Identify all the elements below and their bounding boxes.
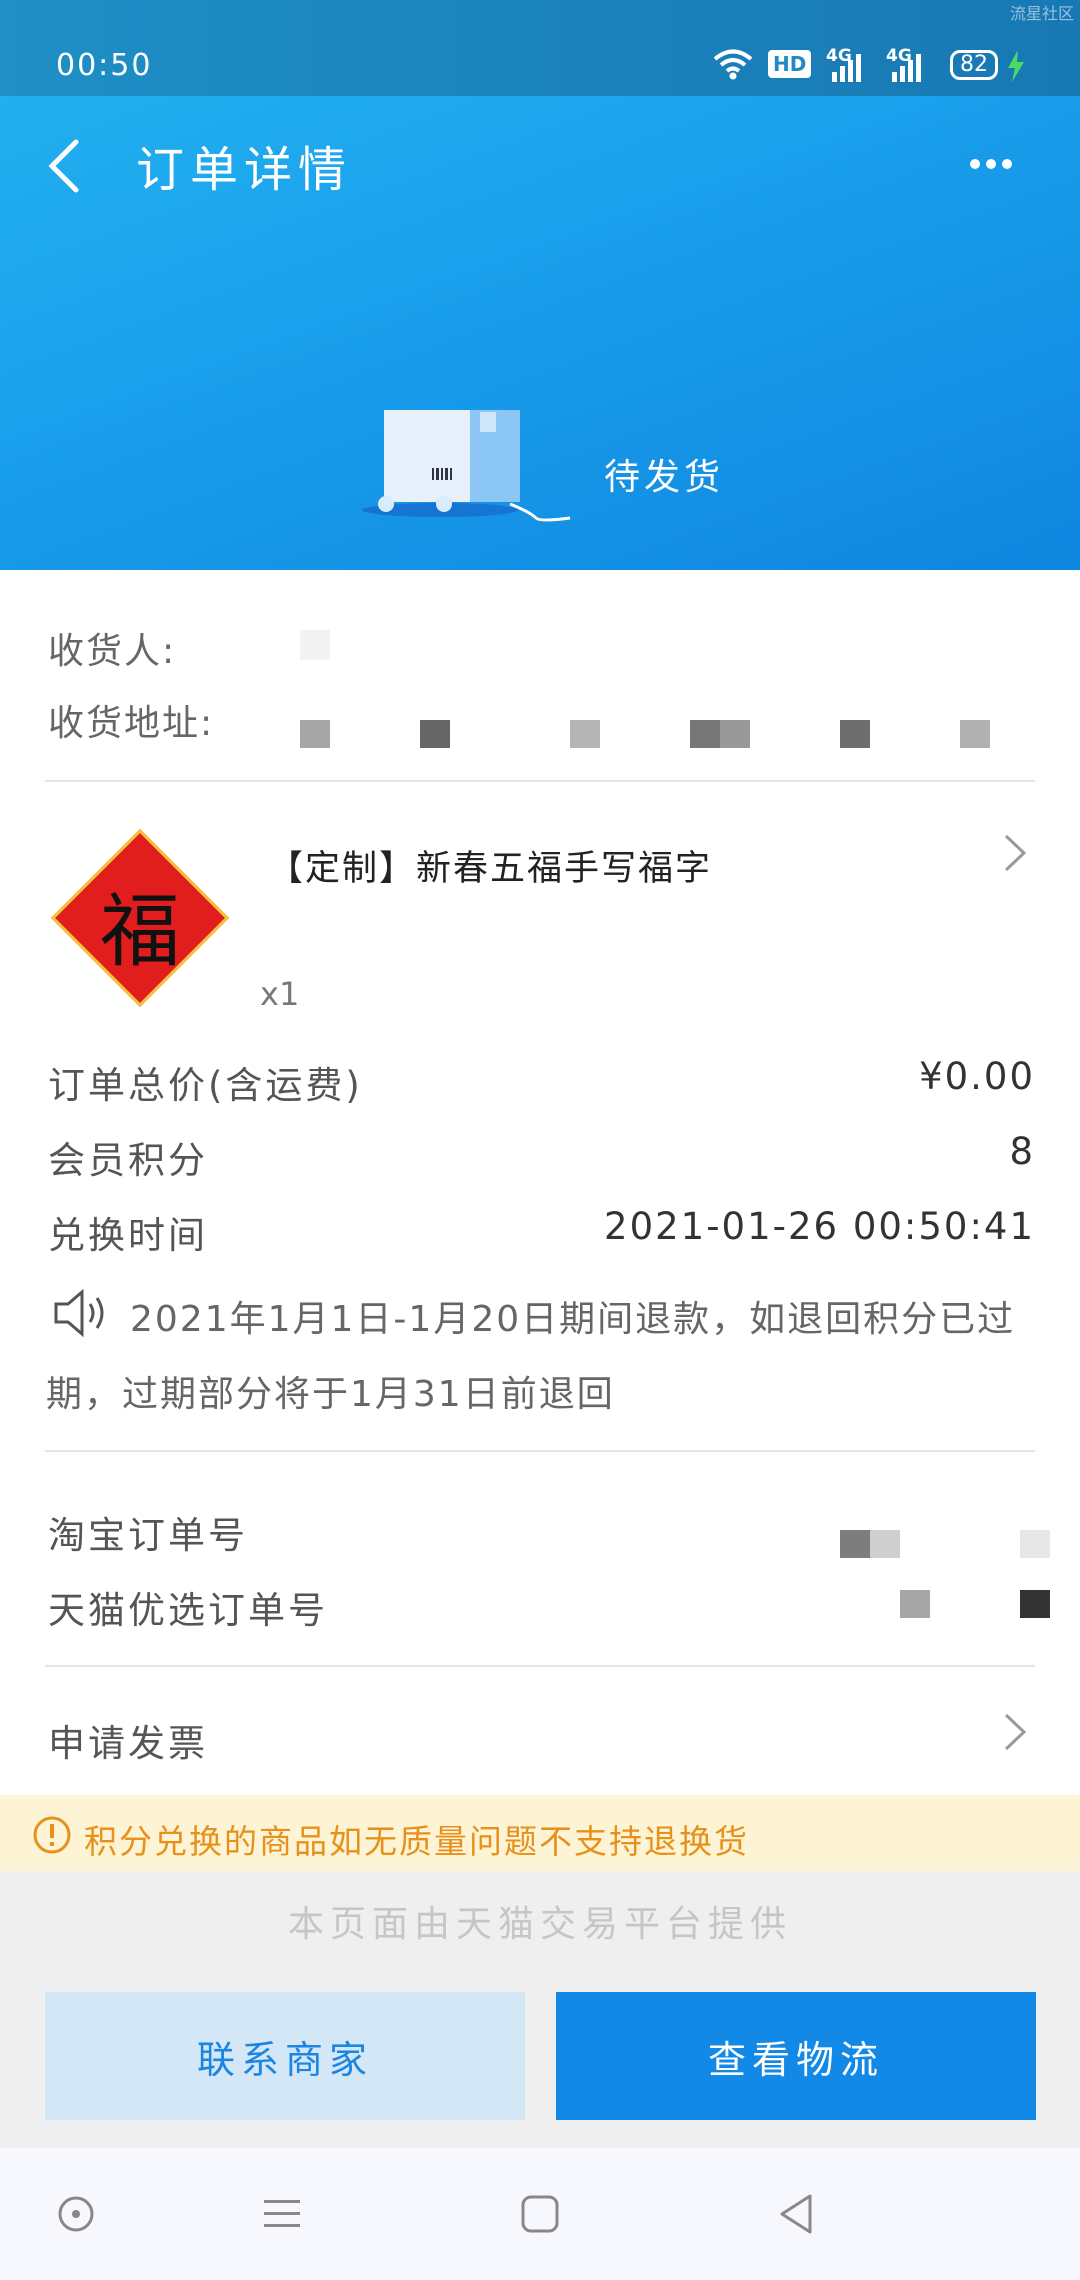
refund-notice-text: 2021年1月1日-1月20日期间退款，如退回积分已过期，过期部分将于1月31日…	[46, 1299, 1016, 1415]
page-title: 订单详情	[136, 142, 353, 198]
charging-icon	[1008, 50, 1024, 82]
refund-notice: 2021年1月1日-1月20日期间退款，如退回积分已过期，过期部分将于1月31日…	[46, 1282, 1036, 1432]
order-status: 待发货	[604, 457, 725, 498]
home-icon[interactable]	[520, 2194, 560, 2234]
tip-text: 积分兑换的商品如无质量问题不支持退换货	[84, 1822, 749, 1861]
receiver-name-redacted	[300, 630, 330, 660]
battery-icon: 82	[950, 50, 998, 80]
status-time: 00:50	[56, 48, 153, 83]
receiver-name-label: 收货人:	[48, 631, 177, 672]
menu-icon[interactable]	[262, 2196, 302, 2232]
member-points-label: 会员积分	[48, 1139, 208, 1182]
receiver-address-label: 收货地址:	[48, 703, 215, 744]
exchange-time-label: 兑换时间	[48, 1214, 208, 1257]
status-bar: 00:50 流星社区 HD 4G 4G 82	[0, 0, 1080, 96]
taobao-order-label: 淘宝订单号	[48, 1514, 248, 1557]
invoice-label: 申请发票	[48, 1722, 208, 1765]
exchange-time-value: 2021-01-26 00:50:41	[604, 1205, 1035, 1248]
product-quantity: x1	[260, 975, 300, 1013]
hd-icon: HD	[768, 50, 812, 78]
divider	[45, 1665, 1035, 1667]
member-points-value: 8	[1009, 1130, 1035, 1173]
chevron-right-icon[interactable]	[1002, 832, 1028, 874]
package-illustration	[362, 410, 571, 522]
watermark: 流星社区	[1009, 4, 1074, 23]
back-icon[interactable]	[776, 2192, 816, 2236]
system-nav-bar	[0, 2148, 1080, 2280]
more-options-icon[interactable]	[970, 154, 1018, 173]
divider	[45, 1450, 1035, 1452]
signal-icon-2	[892, 54, 921, 82]
info-icon	[33, 1816, 71, 1854]
product-thumbnail-char: 福	[100, 885, 180, 978]
wifi-icon	[713, 49, 753, 80]
product-title[interactable]: 【定制】新春五福手写福字	[268, 840, 712, 891]
order-total-value: ¥0.00	[919, 1055, 1035, 1098]
invoice-row[interactable]: 申请发票	[0, 1675, 1080, 1790]
chevron-right-icon	[1004, 1713, 1027, 1751]
platform-footer: 本页面由天猫交易平台提供	[287, 1904, 792, 1945]
contact-seller-button[interactable]: 联系商家	[45, 1992, 525, 2120]
back-arrow-icon[interactable]	[46, 138, 82, 194]
battery-level: 82	[960, 52, 988, 77]
view-logistics-button[interactable]: 查看物流	[556, 1992, 1036, 2120]
tmall-order-label: 天猫优选订单号	[48, 1589, 328, 1632]
assistant-icon[interactable]	[56, 2194, 96, 2234]
signal-icon-1	[832, 54, 861, 82]
product-thumbnail[interactable]: 福	[50, 828, 230, 1015]
order-total-label: 订单总价(含运费)	[48, 1064, 363, 1107]
divider	[45, 780, 1035, 782]
